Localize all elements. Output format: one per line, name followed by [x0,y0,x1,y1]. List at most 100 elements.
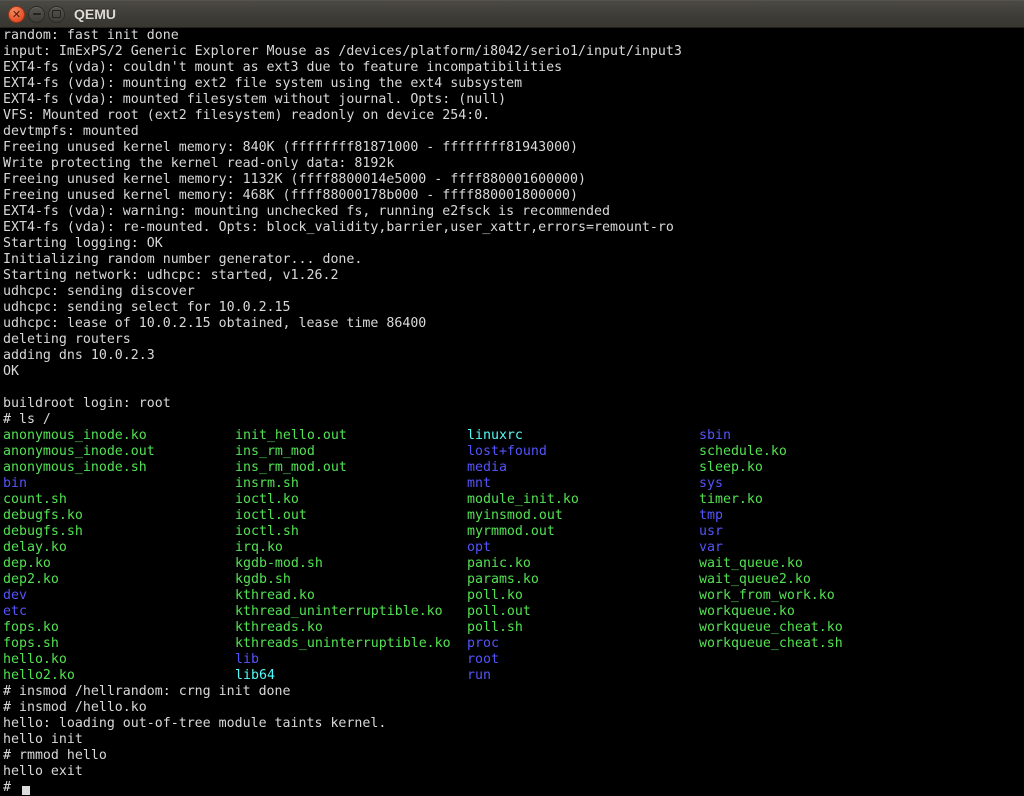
maximize-button[interactable] [48,6,65,23]
ls-output-row: hello2.kolib64run [3,668,1024,684]
file-entry: etc [3,604,235,620]
ls-output-row: fops.kokthreads.kopoll.shworkqueue_cheat… [3,620,1024,636]
file-entry: opt [467,540,699,556]
console-line: VFS: Mounted root (ext2 filesystem) read… [3,108,1024,124]
file-entry: kthread_uninterruptible.ko [235,604,467,620]
file-entry: debugfs.sh [3,524,235,540]
console-line: Freeing unused kernel memory: 1132K (fff… [3,172,1024,188]
file-entry: var [699,540,1024,556]
console-line: # insmod /hellrandom: crng init done [3,684,1024,700]
file-entry: lost+found [467,444,699,460]
ls-output-row: dep2.kokgdb.shparams.kowait_queue2.ko [3,572,1024,588]
console-line: Starting network: udhcpc: started, v1.26… [3,268,1024,284]
minimize-button[interactable] [28,6,45,23]
text-cursor [22,786,30,795]
file-entry: kgdb-mod.sh [235,556,467,572]
file-entry: kthreads_uninterruptible.ko [235,636,467,652]
file-entry: delay.ko [3,540,235,556]
close-button[interactable]: ✕ [8,6,25,23]
file-entry: myrmmod.out [467,524,699,540]
file-entry: bin [3,476,235,492]
console-line: random: fast init done [3,28,1024,44]
empty-cell [699,652,1024,668]
file-entry: hello.ko [3,652,235,668]
console-output: random: fast init doneinput: ImExPS/2 Ge… [3,28,1024,796]
file-entry: panic.ko [467,556,699,572]
terminal-console[interactable]: random: fast init doneinput: ImExPS/2 Ge… [0,28,1024,796]
console-line: hello exit [3,764,1024,780]
ls-output-row: dep.kokgdb-mod.shpanic.kowait_queue.ko [3,556,1024,572]
file-entry: irq.ko [235,540,467,556]
file-entry: run [467,668,699,684]
file-entry: linuxrc [467,428,699,444]
ls-output-row: etckthread_uninterruptible.kopoll.outwor… [3,604,1024,620]
console-line: Freeing unused kernel memory: 468K (ffff… [3,188,1024,204]
console-line: OK [3,364,1024,380]
console-line: devtmpfs: mounted [3,124,1024,140]
file-entry: poll.out [467,604,699,620]
console-line: Starting logging: OK [3,236,1024,252]
file-entry: media [467,460,699,476]
file-entry: dep.ko [3,556,235,572]
console-line: Write protecting the kernel read-only da… [3,156,1024,172]
console-line: adding dns 10.0.2.3 [3,348,1024,364]
minimize-icon [33,13,41,15]
file-entry: root [467,652,699,668]
file-entry: anonymous_inode.out [3,444,235,460]
file-entry: mnt [467,476,699,492]
file-entry: usr [699,524,1024,540]
file-entry: lib [235,652,467,668]
file-entry: kgdb.sh [235,572,467,588]
console-line: EXT4-fs (vda): mounted filesystem withou… [3,92,1024,108]
ls-output-row: fops.shkthreads_uninterruptible.koprocwo… [3,636,1024,652]
window-title: QEMU [74,6,116,22]
file-entry: module_init.ko [467,492,699,508]
console-line: hello init [3,732,1024,748]
close-icon: ✕ [12,9,21,20]
console-line: input: ImExPS/2 Generic Explorer Mouse a… [3,44,1024,60]
empty-cell [699,668,1024,684]
file-entry: dep2.ko [3,572,235,588]
console-line: EXT4-fs (vda): warning: mounting uncheck… [3,204,1024,220]
console-line: buildroot login: root [3,396,1024,412]
console-line: # ls / [3,412,1024,428]
file-entry: sleep.ko [699,460,1024,476]
file-entry: ioctl.sh [235,524,467,540]
console-line: udhcpc: sending select for 10.0.2.15 [3,300,1024,316]
file-entry: fops.ko [3,620,235,636]
console-line: EXT4-fs (vda): re-mounted. Opts: block_v… [3,220,1024,236]
ls-output-row: devkthread.kopoll.kowork_from_work.ko [3,588,1024,604]
file-entry: ins_rm_mod [235,444,467,460]
qemu-window: ✕ QEMU random: fast init doneinput: ImEx… [0,0,1024,796]
console-line: Initializing random number generator... … [3,252,1024,268]
file-entry: proc [467,636,699,652]
file-entry: work_from_work.ko [699,588,1024,604]
file-entry: insrm.sh [235,476,467,492]
file-entry: timer.ko [699,492,1024,508]
file-entry: myinsmod.out [467,508,699,524]
file-entry: lib64 [235,668,467,684]
window-controls: ✕ [8,6,65,23]
maximize-icon [52,10,61,18]
ls-output-row: debugfs.koioctl.outmyinsmod.outtmp [3,508,1024,524]
file-entry: fops.sh [3,636,235,652]
ls-output-row: delay.koirq.kooptvar [3,540,1024,556]
ls-output-row: anonymous_inode.shins_rm_mod.outmediasle… [3,460,1024,476]
file-entry: hello2.ko [3,668,235,684]
console-line: udhcpc: sending discover [3,284,1024,300]
file-entry: anonymous_inode.sh [3,460,235,476]
file-entry: tmp [699,508,1024,524]
file-entry: ins_rm_mod.out [235,460,467,476]
file-entry: workqueue_cheat.sh [699,636,1024,652]
console-line: udhcpc: lease of 10.0.2.15 obtained, lea… [3,316,1024,332]
file-entry: kthread.ko [235,588,467,604]
console-line: Freeing unused kernel memory: 840K (ffff… [3,140,1024,156]
console-line [3,380,1024,396]
shell-prompt: # [3,780,19,795]
file-entry: sys [699,476,1024,492]
file-entry: wait_queue2.ko [699,572,1024,588]
file-entry: poll.sh [467,620,699,636]
console-line: deleting routers [3,332,1024,348]
console-line: # insmod /hello.ko [3,700,1024,716]
file-entry: init_hello.out [235,428,467,444]
